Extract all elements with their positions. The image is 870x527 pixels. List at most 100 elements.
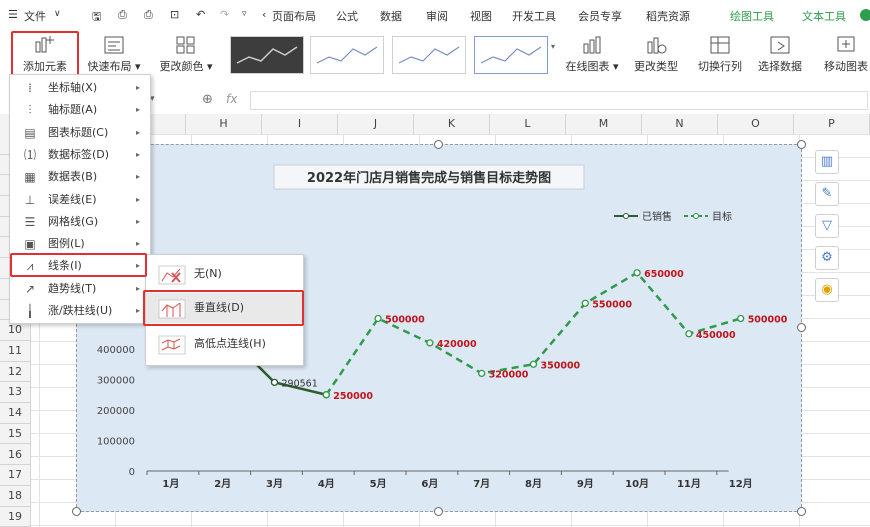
column-header-p[interactable]: P (794, 114, 870, 134)
legend-point-target (693, 213, 699, 219)
row-header-15[interactable]: 15 (0, 424, 30, 445)
row-header-16[interactable]: 16 (0, 445, 30, 466)
tab-text-tools[interactable]: 文本工具 (802, 8, 846, 24)
resize-handle[interactable] (797, 323, 806, 332)
export-icon[interactable]: ⎙ (118, 8, 127, 22)
menu-data[interactable]: 数据 (380, 8, 402, 24)
x-tick-label: 4月 (318, 478, 335, 490)
online-chart-button[interactable]: 在线图表 ▾ (562, 32, 622, 84)
menu-item-updown-bar[interactable]: ╽ 涨/跌柱线(U) ▸ (10, 300, 150, 322)
menu-member[interactable]: 会员专享 (578, 8, 622, 24)
resize-handle[interactable] (434, 507, 443, 516)
undo-icon[interactable]: ↶ (196, 8, 205, 21)
menu-item-trendline[interactable]: ↗ 趋势线(T) ▸ (10, 278, 150, 300)
data-point[interactable] (270, 378, 279, 387)
data-point[interactable] (581, 299, 589, 307)
data-label: 500000 (385, 315, 425, 326)
switch-row-col-button[interactable]: 切换行列 (692, 32, 748, 84)
data-point[interactable] (478, 369, 486, 378)
menu-review[interactable]: 审阅 (426, 8, 448, 24)
menu-item-axis-title[interactable]: ⫶ 轴标题(A) ▸ (10, 99, 150, 121)
column-header-j[interactable]: J (338, 114, 414, 134)
menu-page-layout[interactable]: 页面布局 (272, 8, 316, 24)
chart-style-2[interactable] (310, 36, 384, 74)
data-point[interactable] (529, 360, 538, 368)
menu-item-high-low-lines[interactable]: 高低点连线(H) (146, 329, 303, 359)
chevron-down-icon[interactable]: ∨ (54, 9, 61, 19)
gridline-icon: ☰ (24, 214, 36, 229)
column-header-k[interactable]: K (414, 114, 490, 134)
change-color-button[interactable]: 更改颜色 ▾ (154, 32, 218, 84)
series-line-target[interactable] (325, 271, 742, 396)
menu-developer[interactable]: 开发工具 (512, 8, 556, 24)
chart-filter-icon[interactable]: ▽ (815, 214, 839, 238)
scroll-left-icon[interactable]: ‹ (262, 8, 266, 21)
data-point[interactable] (322, 391, 330, 399)
chart-elements-icon[interactable]: ▥ (815, 150, 839, 174)
menu-item-data-table[interactable]: ▦ 数据表(B) ▸ (10, 166, 150, 188)
menu-item-gridline[interactable]: ☰ 网格线(G) ▸ (10, 211, 150, 233)
menu-docer[interactable]: 稻壳资源 (646, 8, 690, 24)
move-chart-button[interactable]: 移动图表 (818, 32, 870, 84)
axis-icon: ⁞ (28, 81, 32, 95)
resize-handle[interactable] (797, 507, 806, 516)
settings-gear-icon[interactable]: ⚙ (815, 246, 839, 270)
menu-item-legend[interactable]: ▣ 图例(L) ▸ (10, 233, 150, 255)
customize-icon[interactable]: ▿ (242, 9, 247, 19)
data-point[interactable] (426, 339, 434, 347)
column-header-h[interactable]: H (186, 114, 262, 134)
menu-item-none[interactable]: 无(N) (146, 259, 303, 289)
resize-handle[interactable] (797, 140, 806, 149)
column-header-i[interactable]: I (262, 114, 338, 134)
switch-row-col-label: 切换行列 (698, 60, 742, 73)
change-type-button[interactable]: 更改类型 (628, 32, 684, 84)
select-data-button[interactable]: 选择数据 (752, 32, 808, 84)
row-header-18[interactable]: 18 (0, 486, 30, 507)
save-icon[interactable]: 🖫 (92, 8, 101, 27)
y-tick-label: 200000 (97, 406, 135, 417)
menu-item-data-label[interactable]: ⑴ 数据标签(D) ▸ (10, 144, 150, 166)
chart-style-brush-icon[interactable]: ✎ (815, 182, 839, 206)
chart-style-4[interactable] (474, 36, 548, 74)
row-header-19[interactable]: 19 (0, 507, 30, 527)
chevron-down-icon[interactable]: ▾ (551, 42, 555, 51)
online-chart-label: 在线图表 (565, 60, 610, 73)
menu-item-axis[interactable]: ⁞ 坐标轴(X) ▸ (10, 77, 150, 99)
x-tick-label: 7月 (473, 478, 490, 490)
fx-icon[interactable]: fx (226, 92, 237, 106)
hamburger-icon[interactable]: ☰ (8, 8, 18, 21)
redo-icon[interactable]: ↷ (220, 8, 229, 21)
x-tick-label: 6月 (421, 478, 438, 490)
row-header-17[interactable]: 17 (0, 465, 30, 486)
file-menu[interactable]: 文件 (24, 8, 46, 24)
column-header-o[interactable]: O (718, 114, 794, 134)
data-point[interactable] (633, 269, 641, 277)
row-header-14[interactable]: 14 (0, 403, 30, 424)
data-point[interactable] (685, 330, 693, 338)
resize-handle[interactable] (434, 140, 443, 149)
menu-item-chart-title[interactable]: ▤ 图表标题(C) ▸ (10, 122, 150, 144)
data-point[interactable] (737, 314, 745, 323)
formula-input[interactable] (250, 91, 868, 110)
chart-style-1[interactable] (230, 36, 304, 74)
row-header-12[interactable]: 12 (0, 362, 30, 383)
data-point[interactable] (374, 314, 382, 323)
chart-style-3[interactable] (392, 36, 466, 74)
row-header-11[interactable]: 11 (0, 341, 30, 362)
column-header-m[interactable]: M (566, 114, 642, 134)
tab-drawing-tools[interactable]: 绘图工具 (730, 8, 774, 24)
chevron-down-icon: ▾ (131, 60, 141, 73)
menu-view[interactable]: 视图 (470, 8, 492, 24)
column-header-l[interactable]: L (490, 114, 566, 134)
print-icon[interactable]: ⎙ (144, 8, 153, 22)
resize-handle[interactable] (72, 507, 81, 516)
row-header-13[interactable]: 13 (0, 382, 30, 404)
column-letter: M (598, 117, 609, 130)
lightbulb-icon[interactable]: ◉ (815, 278, 839, 302)
print-preview-icon[interactable]: ⊡ (170, 8, 179, 21)
column-header-n[interactable]: N (642, 114, 718, 134)
updown-bar-icon: ╽ (26, 304, 34, 318)
zoom-icon[interactable]: ⊕ (202, 92, 213, 107)
menu-formula[interactable]: 公式 (336, 8, 358, 24)
menu-item-error-bar[interactable]: ⊥ 误差线(E) ▸ (10, 189, 150, 211)
